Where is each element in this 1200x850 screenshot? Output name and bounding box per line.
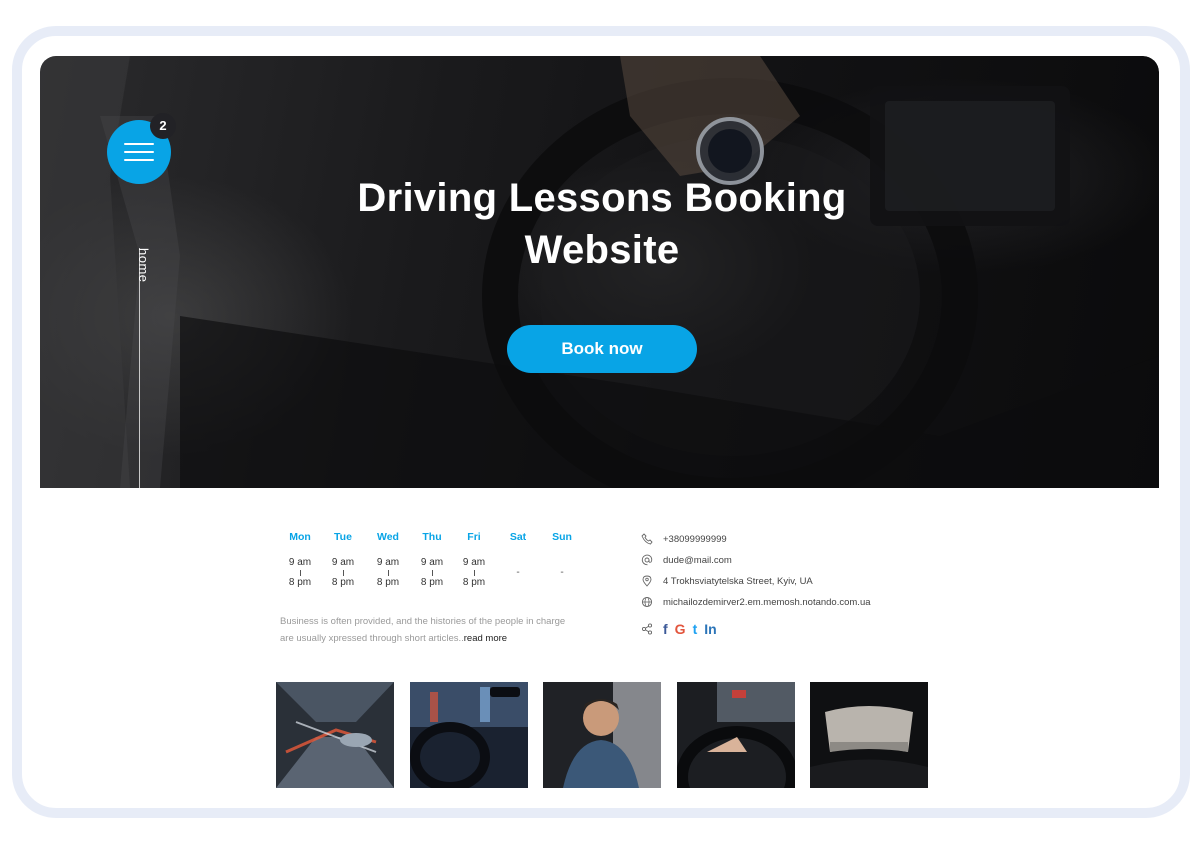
tumblr-icon[interactable]: t <box>693 621 698 637</box>
day-name: Thu <box>422 531 442 543</box>
address-row: 4 Trokhsviatytelska Street, Kyiv, UA <box>641 574 813 588</box>
facebook-icon[interactable]: f <box>663 621 668 637</box>
phone-row: +38099999999 <box>641 532 727 546</box>
globe-icon <box>641 596 653 608</box>
gallery-photo-tunnel[interactable] <box>276 682 394 788</box>
time-separator <box>473 570 475 576</box>
open-time: 9 am <box>420 557 444 568</box>
day-name: Sat <box>509 531 527 543</box>
day-name: Tue <box>334 531 352 543</box>
at-icon <box>641 554 653 566</box>
business-description: Business is often provided, and the hist… <box>280 613 580 647</box>
open-time: 9 am <box>331 557 355 568</box>
share-icon <box>641 623 653 635</box>
open-time: 9 am <box>376 557 400 568</box>
closed-indicator: - <box>560 567 564 578</box>
closed-indicator: - <box>516 567 520 578</box>
notification-badge: 2 <box>150 113 176 139</box>
gallery-photo-road-view[interactable] <box>810 682 928 788</box>
close-time: 8 pm <box>288 577 312 588</box>
day-name: Wed <box>377 531 399 543</box>
book-now-button[interactable]: Book now <box>507 325 697 373</box>
location-pin-icon <box>642 575 652 587</box>
google-icon[interactable]: G <box>675 621 686 637</box>
phone-icon <box>641 533 653 545</box>
day-name: Mon <box>289 531 311 543</box>
close-time: 8 pm <box>376 577 400 588</box>
email-row: dude@mail.com <box>641 553 732 567</box>
device-frame: Driving Lessons Booking Website Book now… <box>12 26 1190 818</box>
description-text: Business is often provided, and the hist… <box>280 616 566 644</box>
website-canvas: Driving Lessons Booking Website Book now… <box>40 56 1159 788</box>
read-more-link[interactable]: read more <box>464 633 507 644</box>
open-time: 9 am <box>288 557 312 568</box>
close-time: 8 pm <box>331 577 355 588</box>
gallery-photo-city-driving[interactable] <box>410 682 528 788</box>
day-name: Fri <box>467 531 481 543</box>
nav-rail-line <box>139 248 140 488</box>
menu-icon <box>124 143 154 145</box>
open-time: 9 am <box>462 557 486 568</box>
hero-title: Driving Lessons Booking Website <box>357 176 847 272</box>
close-time: 8 pm <box>462 577 486 588</box>
day-column: Sun - <box>542 531 582 578</box>
day-column: Sat - <box>498 531 538 578</box>
menu-icon-line <box>124 151 154 153</box>
address-text: 4 Trokhsviatytelska Street, Kyiv, UA <box>663 575 813 587</box>
close-time: 8 pm <box>420 577 444 588</box>
time-separator <box>342 570 344 576</box>
social-links: f Gt In <box>641 621 717 637</box>
day-name: Sun <box>552 531 572 543</box>
time-separator <box>299 570 301 576</box>
gallery-photo-smiling-driver[interactable] <box>543 682 661 788</box>
day-column: Mon 9 am 8 pm <box>280 531 320 588</box>
phone-text[interactable]: +38099999999 <box>663 534 727 545</box>
website-row: michailozdemirver2.em.memosh.notando.com… <box>641 595 871 609</box>
day-column: Thu 9 am 8 pm <box>412 531 452 588</box>
time-separator <box>387 570 389 576</box>
email-text[interactable]: dude@mail.com <box>663 555 732 566</box>
day-column: Wed 9 am 8 pm <box>368 531 408 588</box>
linkedin-icon[interactable]: In <box>704 621 716 637</box>
gallery-photo-steering-wheel[interactable] <box>677 682 795 788</box>
menu-icon-line <box>124 159 154 161</box>
hero-banner: Driving Lessons Booking Website Book now… <box>40 56 1159 488</box>
nav-home-link[interactable]: home <box>136 248 151 283</box>
day-column: Fri 9 am 8 pm <box>454 531 494 588</box>
website-text[interactable]: michailozdemirver2.em.memosh.notando.com… <box>663 597 871 608</box>
day-column: Tue 9 am 8 pm <box>323 531 363 588</box>
time-separator <box>431 570 433 576</box>
